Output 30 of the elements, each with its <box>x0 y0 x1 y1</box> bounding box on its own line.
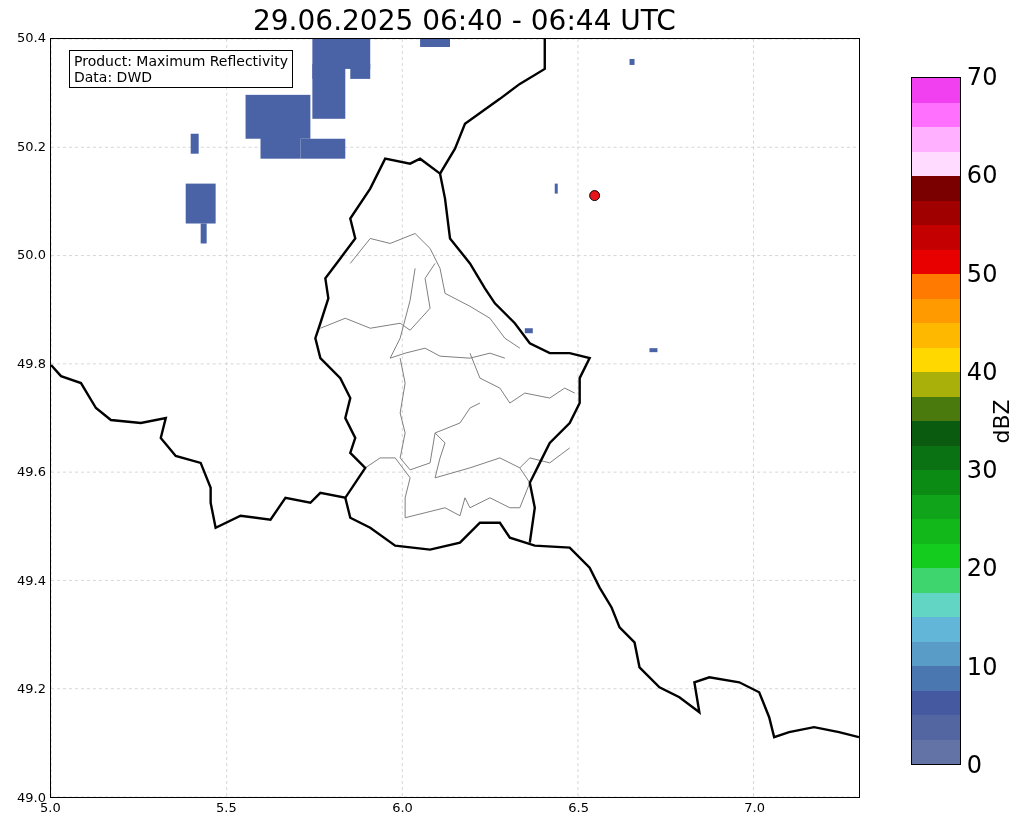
y-tick-label: 50.0 <box>17 247 46 263</box>
radar-echo <box>554 183 558 194</box>
colorbar-tick-label: 0 <box>966 753 983 777</box>
chart-title: 29.06.2025 06:40 - 06:44 UTC <box>252 4 676 38</box>
x-tick-label: 6.5 <box>568 800 589 815</box>
y-tick-label: 49.4 <box>17 572 46 588</box>
colorbar-tick-label: 70 <box>966 65 998 89</box>
y-tick-label: 50.4 <box>17 30 46 45</box>
x-tick-label: 6.0 <box>392 800 413 815</box>
station-dot <box>589 190 601 202</box>
y-tick-label: 49.6 <box>17 464 46 480</box>
x-tick-label: 5.5 <box>216 800 237 815</box>
y-tick-label: 49.2 <box>17 681 46 697</box>
info-text: Data: DWD <box>74 69 153 85</box>
colorbar-tick-label: 60 <box>966 163 998 188</box>
radar-echo <box>524 328 533 334</box>
colorbar-tick-label: 20 <box>966 556 998 581</box>
colorbar-tick-label: 40 <box>966 359 998 384</box>
y-tick-label: 50.2 <box>17 138 46 154</box>
colorbar-tick-label: 10 <box>966 654 998 679</box>
colorbar-label: dBZ <box>988 398 1014 444</box>
radar-echo <box>420 39 450 47</box>
radar-echo <box>649 348 658 353</box>
radar-echo <box>190 133 199 154</box>
info-text: Product: Maximum Reflectivity <box>74 53 288 69</box>
colorbar-tick-label: 30 <box>966 458 998 483</box>
colorbar-tick-label: 50 <box>966 261 998 286</box>
x-tick-label: 7.0 <box>744 800 766 815</box>
radar-echo <box>629 58 635 65</box>
y-tick-label: 49.8 <box>17 355 46 371</box>
